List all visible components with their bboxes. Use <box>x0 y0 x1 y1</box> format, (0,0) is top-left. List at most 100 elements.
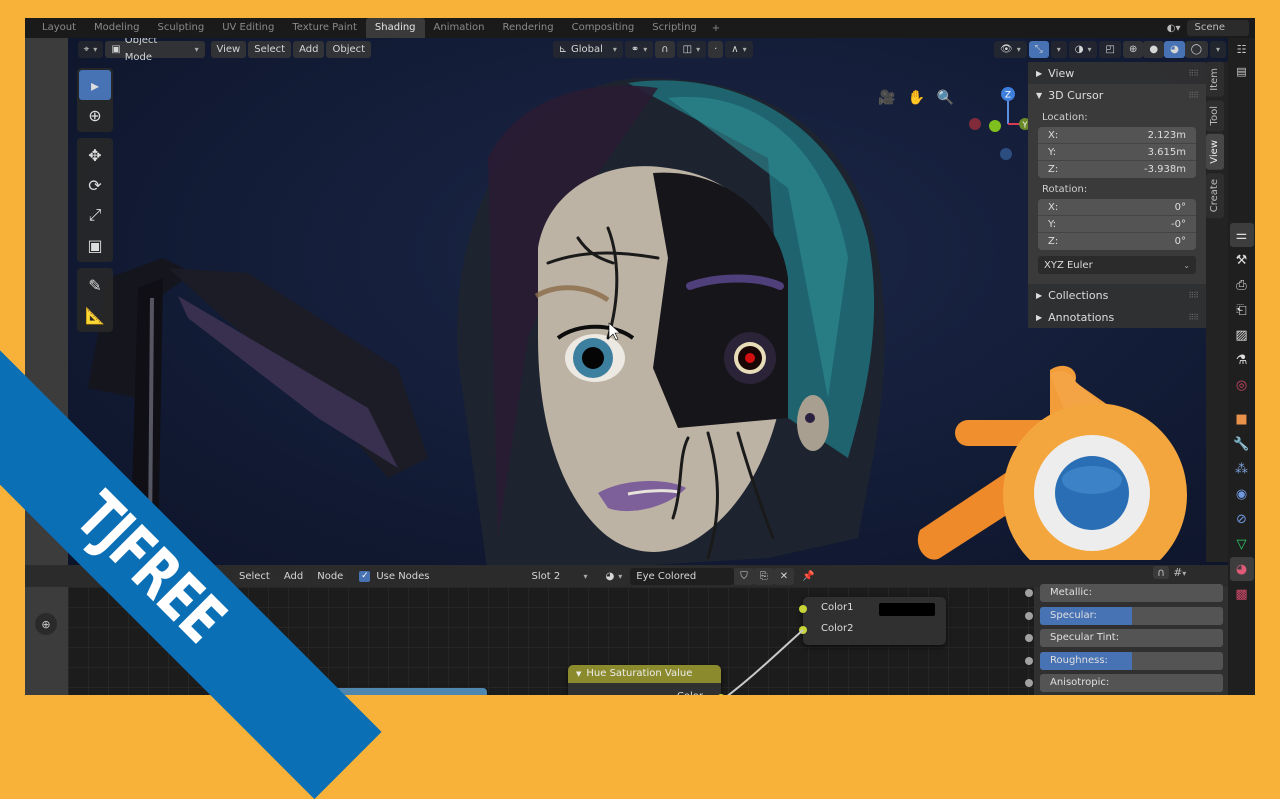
zoom-in-button[interactable]: ⊕ <box>35 613 57 635</box>
tool-scale[interactable]: ⤢ <box>79 200 111 230</box>
cursor-location-z[interactable]: Z: -3.938m <box>1038 161 1196 178</box>
drag-grip-icon[interactable]: ⠿⠿ <box>1188 91 1199 100</box>
tab-texture-paint[interactable]: Texture Paint <box>283 18 366 38</box>
tab-scripting[interactable]: Scripting <box>643 18 705 38</box>
props-tab-physics[interactable]: ◉ <box>1230 482 1254 506</box>
bsdf-socket-metallic[interactable] <box>1025 589 1033 597</box>
duplicate-material-button[interactable]: ⎘ <box>753 567 774 585</box>
tab-sculpting[interactable]: Sculpting <box>149 18 214 38</box>
backdrop-toggle[interactable]: ∩ <box>1153 566 1170 579</box>
bsdf-anisotropic[interactable]: Anisotropic: <box>1040 674 1223 692</box>
bsdf-roughness[interactable]: Roughness: <box>1040 652 1223 670</box>
mix-rgb-node[interactable]: Color1 Color2 <box>799 597 946 645</box>
shading-solid[interactable]: ● <box>1143 40 1165 58</box>
props-tab-texture[interactable]: ▩ <box>1230 582 1254 606</box>
props-tab-material[interactable]: ◕ <box>1229 557 1254 581</box>
node-menu-add[interactable]: Add <box>277 567 310 585</box>
visibility-dropdown[interactable]: 👁 ▾ <box>994 40 1027 58</box>
input-socket-color1[interactable] <box>799 605 807 613</box>
props-tab-output[interactable]: ⎗ <box>1230 298 1254 322</box>
snap-grid-dropdown[interactable]: #▾ <box>1173 566 1186 579</box>
scene-name-field[interactable]: Scene <box>1186 20 1249 36</box>
scene-icon[interactable]: ◐▾ <box>1167 23 1181 34</box>
hsv-node-header[interactable]: ▼ Hue Saturation Value <box>568 665 721 683</box>
outliner-filter-button[interactable]: ▤ <box>1228 60 1255 82</box>
cursor-location-x[interactable]: X: 2.123m <box>1038 127 1196 144</box>
sidebar-tab-item[interactable]: Item <box>1206 62 1224 97</box>
transform-orientation-dropdown[interactable]: ⊾ Global ▾ <box>552 40 623 58</box>
panel-3d-cursor-header[interactable]: ▼ 3D Cursor ⠿⠿ <box>1028 84 1206 106</box>
menu-add[interactable]: Add <box>293 40 325 58</box>
mode-dropdown[interactable]: ▣ Object Mode ▾ <box>105 38 205 63</box>
panel-collections-header[interactable]: ▶ Collections ⠿⠿ <box>1028 284 1206 306</box>
tool-select-box[interactable]: ▸ <box>79 70 111 100</box>
tool-cursor[interactable]: ⊕ <box>79 100 111 130</box>
props-tab-constraints[interactable]: ⊘ <box>1230 507 1254 531</box>
panel-annotations-header[interactable]: ▶ Annotations ⠿⠿ <box>1028 306 1206 328</box>
slot-dropdown[interactable]: Slot 2 ▾ <box>525 567 594 585</box>
sidebar-tab-view[interactable]: View <box>1206 134 1224 170</box>
tab-animation[interactable]: Animation <box>425 18 494 38</box>
gizmo-dropdown[interactable]: ▾ <box>1050 40 1067 58</box>
shading-wireframe[interactable]: ⊕ <box>1122 40 1144 58</box>
snap-target-dropdown[interactable]: ◫ ▾ <box>676 40 707 58</box>
tool-measure[interactable]: 📐 <box>79 300 111 330</box>
output-socket-color[interactable] <box>717 694 725 695</box>
camera-view-icon[interactable]: 🎥 <box>878 90 895 106</box>
pin-button[interactable]: 📌 <box>796 568 820 585</box>
drag-grip-icon[interactable]: ⠿⠿ <box>1188 69 1199 78</box>
falloff-dropdown[interactable]: ∧ ▾ <box>725 40 753 58</box>
material-browse-button[interactable]: ◕ ▾ <box>599 567 629 585</box>
tool-annotate[interactable]: ✎ <box>79 270 111 300</box>
menu-select[interactable]: Select <box>248 40 292 58</box>
bsdf-socket-anisotropic[interactable] <box>1025 679 1033 687</box>
drag-grip-icon[interactable]: ⠿⠿ <box>1188 291 1199 300</box>
editor-type-button[interactable]: ⌖ ▾ <box>77 40 104 58</box>
props-tab-object[interactable]: ■ <box>1230 407 1254 431</box>
props-tab-tool-settings[interactable]: ⚒ <box>1230 248 1254 272</box>
tool-transform[interactable]: ▣ <box>79 230 111 260</box>
outliner-display-mode-button[interactable]: ☷ <box>1228 38 1255 60</box>
material-name-field[interactable]: Eye Colored <box>630 567 735 585</box>
cursor-rotation-z[interactable]: Z: 0° <box>1038 233 1196 250</box>
props-tab-render[interactable]: ⎙ <box>1230 273 1254 297</box>
tab-shading[interactable]: Shading <box>365 18 425 38</box>
tab-rendering[interactable]: Rendering <box>494 18 563 38</box>
fake-user-button[interactable]: ⛉ <box>734 567 754 585</box>
bsdf-socket-specular[interactable] <box>1025 612 1033 620</box>
shading-material[interactable]: ◕ <box>1164 40 1185 58</box>
tool-rotate[interactable]: ⟳ <box>79 170 111 200</box>
props-tab-object-data[interactable]: ▽ <box>1230 532 1254 556</box>
use-nodes-checkbox[interactable]: ✓ <box>359 570 371 582</box>
drag-grip-icon[interactable]: ⠿⠿ <box>1188 313 1199 322</box>
shading-options-dropdown[interactable]: ▾ <box>1210 40 1227 58</box>
cursor-rotation-x[interactable]: X: 0° <box>1038 199 1196 216</box>
pivot-dropdown[interactable]: ⚭ ▾ <box>624 40 654 58</box>
color1-swatch[interactable] <box>879 603 935 616</box>
rotation-mode-dropdown[interactable]: XYZ Euler ⌄ <box>1038 256 1196 274</box>
props-tab-view-layer[interactable]: ▨ <box>1230 323 1254 347</box>
props-tab-scene[interactable]: ⚗ <box>1230 348 1254 372</box>
shading-rendered[interactable]: ◯ <box>1184 40 1208 58</box>
sidebar-tab-tool[interactable]: Tool <box>1206 99 1224 132</box>
snap-toggle[interactable]: ∩ <box>655 40 675 58</box>
proportional-edit-toggle[interactable]: · <box>708 40 724 58</box>
panel-view-header[interactable]: ▶ View ⠿⠿ <box>1028 62 1206 84</box>
bsdf-socket-specular-tint[interactable] <box>1025 634 1033 642</box>
tab-compositing[interactable]: Compositing <box>563 18 644 38</box>
cursor-location-y[interactable]: Y: 3.615m <box>1038 144 1196 161</box>
bsdf-specular[interactable]: Specular: <box>1040 607 1223 625</box>
hue-saturation-value-node[interactable]: ▼Hue Saturation Value Color <box>568 665 725 695</box>
add-workspace-button[interactable]: + <box>706 23 726 34</box>
tab-modeling[interactable]: Modeling <box>85 18 149 38</box>
props-tab-tool[interactable]: ⚌ <box>1229 223 1254 247</box>
node-partial-blue[interactable] <box>315 688 487 695</box>
bsdf-metallic[interactable]: Metallic: <box>1040 584 1223 602</box>
menu-view[interactable]: View <box>210 40 247 58</box>
unlink-material-button[interactable]: ✕ <box>773 567 795 585</box>
input-socket-color2[interactable] <box>799 626 807 634</box>
node-menu-node[interactable]: Node <box>311 567 350 585</box>
props-tab-world[interactable]: ◎ <box>1230 373 1254 397</box>
props-tab-particles[interactable]: ⁂ <box>1230 457 1254 481</box>
tab-layout[interactable]: Layout <box>33 18 85 38</box>
